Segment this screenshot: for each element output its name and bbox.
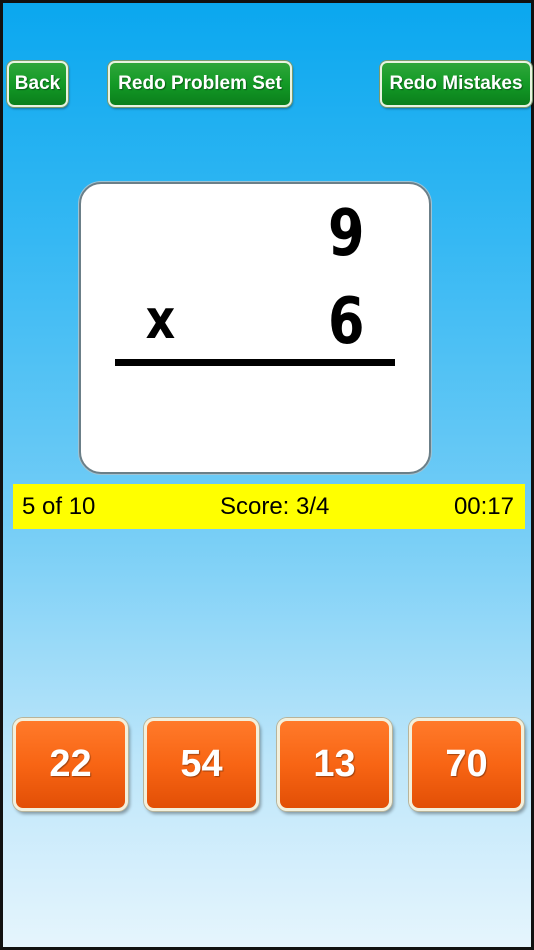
back-button[interactable]: Back [7,61,68,107]
timer-text: 00:17 [453,492,514,520]
redo-mistakes-button[interactable]: Redo Mistakes [380,61,532,107]
answer-button-1[interactable]: 22 [13,718,128,811]
bottom-number: 6 [328,285,365,359]
top-number: 9 [328,197,365,271]
redo-problem-set-button[interactable]: Redo Problem Set [108,61,292,107]
score-text: Score: 3/4 [219,492,330,520]
answer-button-4[interactable]: 70 [409,718,524,811]
status-bar: 5 of 10 Score: 3/4 00:17 [13,484,525,529]
answer-button-3[interactable]: 13 [277,718,392,811]
problem-card: 9 x 6 [79,182,431,474]
progress-text: 5 of 10 [22,492,96,520]
answer-button-2[interactable]: 54 [144,718,259,811]
answer-line [115,359,395,366]
operator-sign: x [145,288,176,351]
